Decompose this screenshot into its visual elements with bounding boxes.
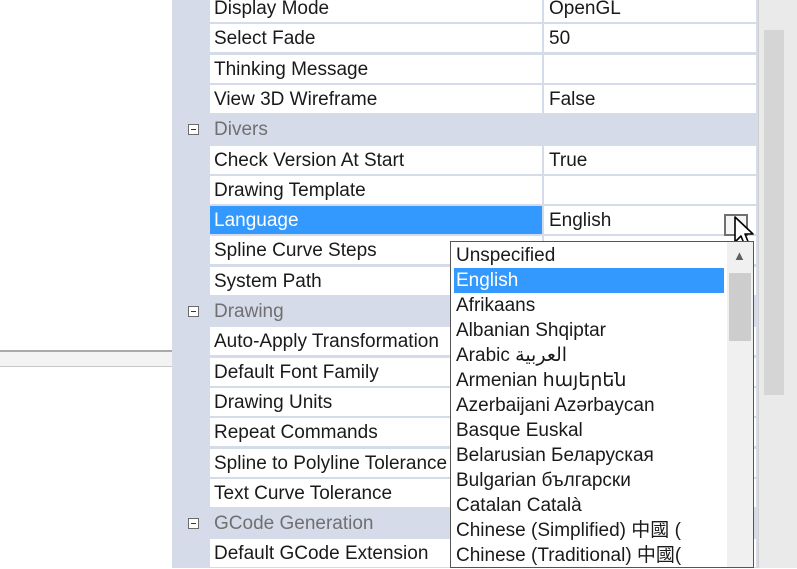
property-grid-gutter [172,0,210,568]
language-dropdown-list[interactable]: Unspecified English Afrikaans Albanian Shqi… [450,241,754,568]
language-option[interactable]: Bulgarian български [454,468,724,493]
minus-box-icon[interactable] [188,124,199,135]
language-option[interactable]: Armenian հայերեն [454,368,724,393]
property-row-drawing-template[interactable]: Drawing Template [210,176,756,206]
property-name[interactable]: Display Mode [210,0,542,23]
property-value[interactable]: 50 [544,24,756,53]
language-option[interactable]: English [454,268,724,293]
property-name[interactable]: Drawing Template [210,176,542,205]
language-option[interactable]: Afrikaans [454,293,724,318]
left-panel-lower [0,366,172,569]
property-value[interactable]: OpenGL [544,0,756,23]
property-name[interactable]: View 3D Wireframe [210,85,542,114]
language-option[interactable]: Azerbaijani Azərbaycan [454,393,724,418]
category-divers[interactable]: Divers [172,115,756,145]
minus-box-icon[interactable] [188,306,199,317]
dropdown-scrollbar-thumb[interactable] [729,273,751,341]
language-option[interactable]: Albanian Shqiptar [454,318,724,343]
property-row-language[interactable]: Language English [210,206,756,236]
property-name[interactable]: Thinking Message [210,55,542,84]
language-option[interactable]: Catalan Català [454,493,724,518]
property-name[interactable]: Select Fade [210,24,542,53]
language-option[interactable]: Basque Euskal [454,418,724,443]
property-row-thinking-message[interactable]: Thinking Message [210,55,756,85]
property-value[interactable] [544,176,756,205]
language-option[interactable]: Belarusian Беларуская [454,443,724,468]
property-value[interactable] [544,55,756,84]
language-option[interactable]: Arabic العربية [454,343,724,368]
property-row-select-fade[interactable]: Select Fade 50 [210,24,756,54]
category-label: Drawing [214,301,284,322]
property-value[interactable]: False [544,85,756,114]
language-option[interactable]: Unspecified [454,243,724,268]
category-label: GCode Generation [214,513,374,534]
left-pane [0,0,172,569]
property-row-display-mode[interactable]: Display Mode OpenGL [210,0,756,24]
property-value[interactable]: True [544,146,756,175]
property-name[interactable]: Check Version At Start [210,146,542,175]
category-label: Divers [214,119,268,140]
language-option[interactable]: Chinese (Simplified) 中國 ( [454,518,724,543]
language-option[interactable]: Chinese (Traditional) 中國( [454,543,724,568]
property-row-check-version-at-start[interactable]: Check Version At Start True [210,146,756,176]
grid-scrollbar-thumb[interactable] [764,30,784,395]
minus-box-icon[interactable] [188,518,199,529]
scroll-up-arrow-icon[interactable]: ▲ [733,248,746,263]
dropdown-scrollbar[interactable]: ▲ [727,242,753,567]
property-name[interactable]: Language [210,206,542,235]
property-row-view-3d-wireframe[interactable]: View 3D Wireframe False [210,85,756,115]
left-panel-upper [0,0,172,352]
grid-scrollbar[interactable] [758,0,797,568]
